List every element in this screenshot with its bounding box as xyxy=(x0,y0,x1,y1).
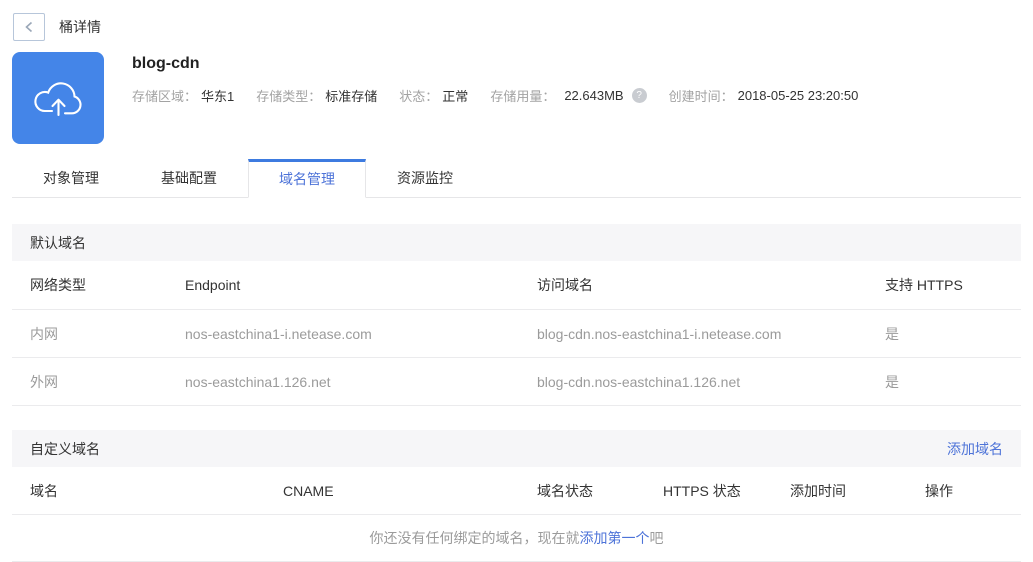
info-region: 存储区域： 华东1 xyxy=(132,86,234,105)
cell-access-domain: blog-cdn.nos-eastchina1-i.netease.com xyxy=(537,325,782,342)
table-row: 外网 nos-eastchina1.126.net blog-cdn.nos-e… xyxy=(12,358,1021,406)
bucket-meta: blog-cdn 存储区域： 华东1 存储类型： 标准存储 状态： 正常 存储用… xyxy=(132,52,880,144)
cell-endpoint: nos-eastchina1.126.net xyxy=(185,373,331,390)
topbar: 桶详情 xyxy=(0,0,1033,42)
tab-content: 默认域名 网络类型 Endpoint 访问域名 支持 HTTPS 内网 nos-… xyxy=(12,224,1021,562)
tab-basic-config[interactable]: 基础配置 xyxy=(130,159,248,198)
info-created-label: 创建时间： xyxy=(668,89,734,104)
cell-https-support: 是 xyxy=(885,373,899,390)
info-storage-type-label: 存储类型： xyxy=(256,89,322,104)
default-domains-title: 默认域名 xyxy=(30,234,86,251)
info-created: 创建时间： 2018-05-25 23:20:50 xyxy=(669,86,859,105)
chevron-left-icon xyxy=(24,21,34,33)
col-endpoint: Endpoint xyxy=(185,277,241,293)
info-status-value: 正常 xyxy=(442,89,469,104)
col-https-support: 支持 HTTPS xyxy=(885,277,963,293)
col-access-domain: 访问域名 xyxy=(537,277,593,293)
custom-domains-section-header: 自定义域名 添加域名 xyxy=(12,430,1021,467)
info-usage-label: 存储用量： xyxy=(490,89,556,104)
default-domains-section-header: 默认域名 xyxy=(12,224,1021,261)
bucket-cloud-upload-icon xyxy=(12,52,104,144)
add-first-domain-link[interactable]: 添加第一个 xyxy=(580,528,650,548)
bucket-info-row: 存储区域： 华东1 存储类型： 标准存储 状态： 正常 存储用量： 22.643… xyxy=(132,86,880,105)
col-domain-status: 域名状态 xyxy=(537,482,593,499)
cell-https-support: 是 xyxy=(885,325,899,342)
custom-domains-empty-state: 你还没有任何绑定的域名，现在就 添加第一个吧 xyxy=(12,515,1021,562)
tab-domain-management[interactable]: 域名管理 xyxy=(248,159,366,198)
info-storage-type-value: 标准存储 xyxy=(325,89,378,104)
bucket-header: blog-cdn 存储区域： 华东1 存储类型： 标准存储 状态： 正常 存储用… xyxy=(0,42,1033,144)
bucket-name: blog-cdn xyxy=(132,55,200,72)
info-region-value: 华东1 xyxy=(201,89,235,104)
table-row: 内网 nos-eastchina1-i.netease.com blog-cdn… xyxy=(12,310,1021,358)
tab-object-management[interactable]: 对象管理 xyxy=(12,159,130,198)
info-status: 状态： 正常 xyxy=(399,86,468,105)
info-usage-value: 22.643MB xyxy=(564,88,624,103)
info-created-value: 2018-05-25 23:20:50 xyxy=(737,88,859,103)
cell-endpoint: nos-eastchina1-i.netease.com xyxy=(185,325,372,342)
tab-resource-monitor[interactable]: 资源监控 xyxy=(366,159,484,198)
custom-domains-table-header: 域名 CNAME 域名状态 HTTPS 状态 添加时间 操作 xyxy=(12,467,1021,515)
page-title: 桶详情 xyxy=(59,18,101,35)
add-domain-link[interactable]: 添加域名 xyxy=(947,439,1003,459)
info-status-label: 状态： xyxy=(399,89,439,104)
info-region-label: 存储区域： xyxy=(132,89,198,104)
cell-access-domain: blog-cdn.nos-eastchina1.126.net xyxy=(537,373,741,390)
cell-network-type: 内网 xyxy=(30,325,58,342)
info-usage: 存储用量： 22.643MB xyxy=(490,86,623,105)
custom-domains-title: 自定义域名 xyxy=(30,440,100,457)
back-button[interactable] xyxy=(13,12,45,41)
default-domains-table-header: 网络类型 Endpoint 访问域名 支持 HTTPS xyxy=(12,261,1021,310)
col-cname: CNAME xyxy=(283,482,334,499)
help-icon[interactable]: ? xyxy=(631,88,647,103)
col-domain: 域名 xyxy=(30,482,58,499)
cell-network-type: 外网 xyxy=(30,373,58,390)
col-network-type: 网络类型 xyxy=(30,277,86,293)
empty-text-suffix: 吧 xyxy=(649,530,664,546)
empty-text-prefix: 你还没有任何绑定的域名，现在就 xyxy=(369,530,580,546)
tab-bar: 对象管理 基础配置 域名管理 资源监控 xyxy=(12,159,1021,198)
col-actions: 操作 xyxy=(925,482,953,499)
col-add-time: 添加时间 xyxy=(790,482,846,499)
info-storage-type: 存储类型： 标准存储 xyxy=(256,86,377,105)
col-https-status: HTTPS 状态 xyxy=(663,482,741,499)
